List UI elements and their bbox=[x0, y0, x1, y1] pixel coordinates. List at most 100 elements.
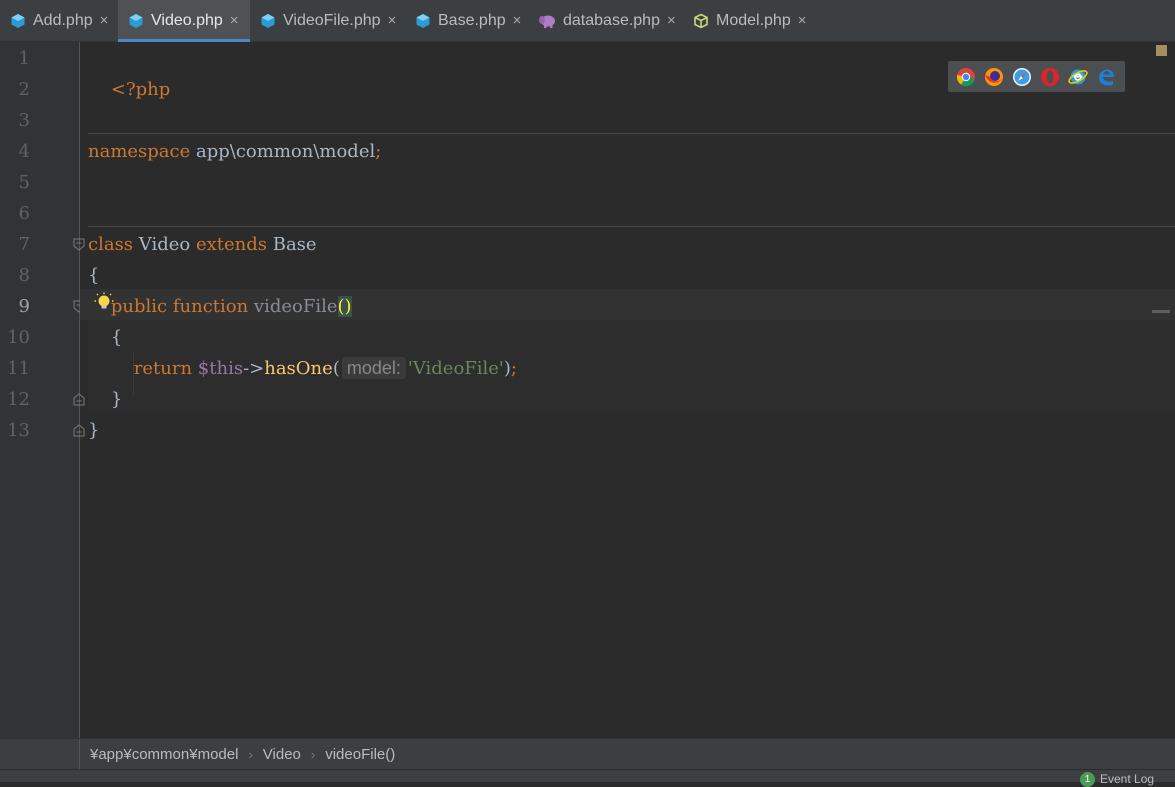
chevron-right-icon: › bbox=[310, 747, 316, 762]
line-number: 4 bbox=[18, 141, 30, 162]
keyword-class: class bbox=[88, 234, 134, 255]
edge-icon[interactable] bbox=[1096, 67, 1116, 87]
method-separator bbox=[88, 133, 1175, 134]
brace: } bbox=[88, 389, 123, 410]
breadcrumb-gutter bbox=[0, 739, 80, 770]
browser-preview-bar bbox=[948, 61, 1125, 92]
fold-end-marker-icon[interactable] bbox=[73, 393, 85, 406]
arrow-operator: -> bbox=[243, 358, 265, 379]
method-call: hasOne bbox=[264, 358, 333, 379]
brace: { bbox=[88, 327, 123, 348]
scrollbar-position-marker[interactable] bbox=[1152, 310, 1170, 313]
php-open-tag: <?php bbox=[110, 79, 171, 100]
code-line-1[interactable]: <?php bbox=[88, 43, 170, 100]
close-tab-icon[interactable]: × bbox=[667, 13, 676, 29]
close-tab-icon[interactable]: × bbox=[798, 13, 807, 29]
firefox-icon[interactable] bbox=[984, 67, 1004, 87]
line-number: 1 bbox=[18, 48, 30, 69]
close-tab-icon[interactable]: × bbox=[230, 13, 239, 29]
line-number: 6 bbox=[18, 203, 30, 224]
class-name: Video bbox=[133, 234, 196, 255]
code-line-9[interactable]: public function videoFile() bbox=[88, 291, 352, 322]
code-line-13[interactable]: } bbox=[88, 415, 99, 446]
code-line-4[interactable]: namespace app\common\model; bbox=[88, 136, 381, 167]
php-class-icon bbox=[129, 14, 143, 28]
matched-parens: () bbox=[337, 296, 352, 317]
brace: { bbox=[88, 265, 100, 286]
line-number-gutter[interactable]: 1 2 3 4 5 6 7 8 9 10 11 12 13 bbox=[0, 42, 85, 738]
code-editor[interactable]: 1 2 3 4 5 6 7 8 9 10 11 12 13 <?php name… bbox=[0, 42, 1175, 738]
close-tab-icon[interactable]: × bbox=[513, 13, 522, 29]
method-separator bbox=[88, 226, 1175, 227]
tab-model-php[interactable]: Model.php × bbox=[683, 0, 813, 42]
close-paren: ) bbox=[503, 358, 511, 379]
line-number: 7 bbox=[18, 234, 30, 255]
opera-icon[interactable] bbox=[1040, 67, 1060, 87]
parameter-hint: model: bbox=[341, 357, 406, 379]
chevron-right-icon: › bbox=[248, 747, 253, 762]
php-class-icon bbox=[11, 14, 25, 28]
code-line-8[interactable]: { bbox=[88, 260, 99, 291]
semicolon: ; bbox=[510, 358, 517, 379]
event-log-label: Event Log bbox=[1100, 772, 1155, 786]
tab-video-php[interactable]: Video.php × bbox=[118, 0, 250, 42]
tab-base-php[interactable]: Base.php × bbox=[405, 0, 528, 42]
line-number: 2 bbox=[18, 79, 30, 100]
line-number: 11 bbox=[7, 358, 30, 379]
keyword-namespace: namespace bbox=[88, 141, 191, 162]
internet-explorer-icon[interactable] bbox=[1068, 67, 1088, 87]
editor-tab-bar: Add.php × Video.php × VideoFile.php × Ba… bbox=[0, 0, 1175, 42]
lightbulb-icon[interactable] bbox=[94, 292, 114, 314]
code-line-10[interactable]: { bbox=[88, 322, 122, 353]
keyword-extends: extends bbox=[195, 234, 267, 255]
line-number: 8 bbox=[18, 265, 30, 286]
tab-database-php[interactable]: database.php × bbox=[528, 0, 683, 42]
keyword-function: function bbox=[167, 296, 249, 317]
string-literal: 'VideoFile' bbox=[407, 358, 504, 379]
breadcrumb-namespace[interactable]: ¥app¥common¥model bbox=[90, 746, 238, 763]
line-number-current: 9 bbox=[18, 296, 30, 317]
code-line-11[interactable]: return $this->hasOne(model: 'VideoFile'); bbox=[88, 353, 517, 384]
chrome-icon[interactable] bbox=[956, 67, 976, 87]
variable-this: $this bbox=[192, 358, 244, 379]
close-tab-icon[interactable]: × bbox=[100, 13, 109, 29]
inspection-status-marker[interactable] bbox=[1156, 45, 1167, 56]
model-cube-icon bbox=[694, 13, 708, 29]
keyword-public: public bbox=[110, 296, 168, 317]
fold-marker-icon[interactable] bbox=[73, 238, 85, 251]
tab-label: VideoFile.php bbox=[283, 12, 381, 29]
event-log-button[interactable]: 1 Event Log bbox=[1080, 772, 1154, 787]
code-line-12[interactable]: } bbox=[88, 384, 122, 415]
tab-label: database.php bbox=[563, 12, 660, 29]
breadcrumb-class[interactable]: Video bbox=[263, 746, 301, 763]
breadcrumb-method[interactable]: videoFile() bbox=[325, 746, 395, 763]
event-count-badge: 1 bbox=[1080, 772, 1095, 787]
breadcrumb-row: ¥app¥common¥model › Video › videoFile() bbox=[90, 739, 395, 770]
php-class-icon bbox=[261, 14, 275, 28]
semicolon: ; bbox=[375, 141, 382, 162]
tab-add-php[interactable]: Add.php × bbox=[0, 0, 118, 42]
tab-videofile-php[interactable]: VideoFile.php × bbox=[250, 0, 405, 42]
brace: } bbox=[88, 420, 100, 441]
parent-class-name: Base bbox=[267, 234, 317, 255]
tab-label: Model.php bbox=[716, 12, 791, 29]
tab-label: Add.php bbox=[33, 12, 93, 29]
keyword-return: return bbox=[133, 358, 193, 379]
php-elephant-icon bbox=[539, 15, 555, 28]
safari-icon[interactable] bbox=[1012, 67, 1032, 87]
tab-label: Base.php bbox=[438, 12, 506, 29]
tab-label: Video.php bbox=[151, 12, 223, 29]
line-number: 13 bbox=[7, 420, 30, 441]
namespace-path: app\common\model bbox=[190, 141, 376, 162]
line-number: 12 bbox=[7, 389, 30, 410]
status-bar bbox=[0, 769, 1175, 782]
code-line-7[interactable]: class Video extends Base bbox=[88, 229, 317, 260]
close-tab-icon[interactable]: × bbox=[388, 13, 397, 29]
breadcrumb: ¥app¥common¥model › Video › videoFile() bbox=[0, 738, 1175, 770]
line-number: 3 bbox=[18, 110, 30, 131]
open-paren: ( bbox=[332, 358, 340, 379]
function-name: videoFile bbox=[248, 296, 338, 317]
line-number: 5 bbox=[18, 172, 30, 193]
fold-end-marker-icon[interactable] bbox=[73, 424, 85, 437]
